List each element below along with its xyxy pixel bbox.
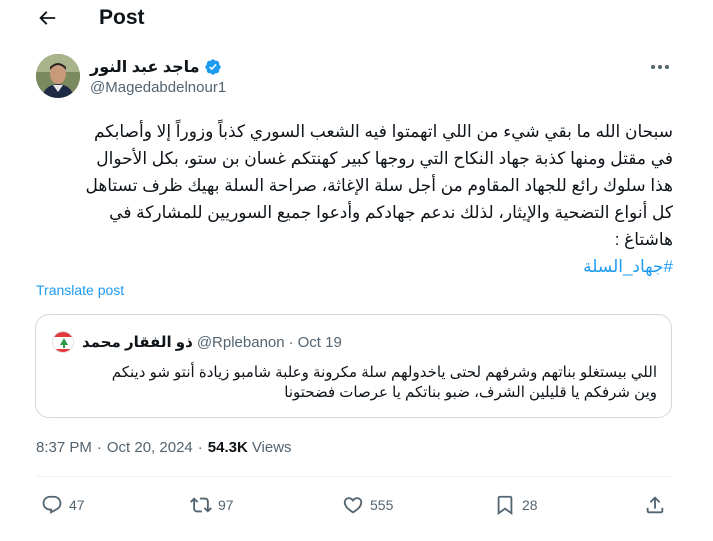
back-button[interactable] <box>36 7 58 29</box>
like-count: 555 <box>370 497 394 513</box>
tweet-text: سبحان الله ما بقي شيء من اللي اتهمتوا في… <box>36 118 673 280</box>
reply-count: 47 <box>69 497 85 513</box>
separator-dot: · <box>197 439 203 456</box>
tweet-line: في مقتل ومنها كذبة جهاد النكاح التي روجه… <box>96 149 673 168</box>
bookmark-count: 28 <box>522 497 538 513</box>
quote-header: ذو الفقار محمد @Rplebanon · Oct 19 <box>52 331 342 353</box>
divider <box>36 476 673 477</box>
quote-line: اللي بيستغلو بناتهم وشرفهم لحتى ياخدولهم… <box>111 364 657 381</box>
action-bar: 47 97 555 28 <box>36 492 673 518</box>
like-icon <box>343 497 363 514</box>
views-count: 54.3K <box>207 439 248 456</box>
reply-icon <box>42 495 62 514</box>
more-icon <box>651 65 669 69</box>
quoted-tweet[interactable]: ذو الفقار محمد @Rplebanon · Oct 19 اللي … <box>35 314 672 418</box>
post-time[interactable]: 8:37 PM <box>36 439 92 456</box>
quote-author-handle: @Rplebanon <box>196 333 285 351</box>
share-icon <box>646 496 664 514</box>
quote-line: وين شرفكم يا قليلين الشرف، ضبو بناتكم يا… <box>284 384 657 401</box>
quote-text: اللي بيستغلو بناتهم وشرفهم لحتى ياخدولهم… <box>47 363 657 403</box>
verified-badge-icon <box>204 59 221 75</box>
page-title: Post <box>99 6 145 29</box>
tweet-author: ماجد عبد النور @Magedabdelnour1 <box>36 54 676 100</box>
author-name-row: ماجد عبد النور <box>90 56 222 78</box>
quote-date: Oct 19 <box>297 333 342 351</box>
tweet-meta: 8:37 PM · Oct 20, 2024 · 54.3K Views <box>36 439 292 456</box>
views-label: Views <box>251 439 292 456</box>
separator-dot: · <box>96 439 102 456</box>
avatar[interactable] <box>36 54 80 98</box>
tweet-line: كل أنواع التضحية والإيثار، لذلك ندعم جها… <box>109 203 673 222</box>
bookmark-button[interactable]: 28 <box>494 492 538 518</box>
tweet-line: سبحان الله ما بقي شيء من اللي اتهمتوا في… <box>93 122 673 141</box>
separator-dot: · <box>288 333 294 351</box>
tweet-line: هاشتاغ : <box>614 230 673 249</box>
translate-post-link[interactable]: Translate post <box>36 282 124 298</box>
lebanon-flag-avatar-icon <box>53 332 73 352</box>
like-button[interactable]: 555 <box>342 492 393 518</box>
repost-count: 97 <box>218 497 234 513</box>
repost-button[interactable]: 97 <box>190 492 234 518</box>
quote-avatar <box>52 331 74 353</box>
reply-button[interactable]: 47 <box>41 492 85 518</box>
hashtag-link[interactable]: #جهاد_السلة <box>583 257 673 276</box>
bookmark-icon <box>497 495 513 516</box>
back-arrow-icon <box>39 11 56 25</box>
more-button[interactable] <box>649 58 671 76</box>
post-date[interactable]: Oct 20, 2024 <box>107 439 193 456</box>
repost-icon <box>190 497 212 513</box>
quote-author-name: ذو الفقار محمد <box>82 334 193 351</box>
top-bar: Post <box>0 0 713 38</box>
author-name[interactable]: ماجد عبد النور <box>90 57 200 77</box>
share-button[interactable] <box>644 492 666 518</box>
avatar-image <box>36 54 80 98</box>
tweet-line: هذا سلوك رائع للجهاد المقاوم من أجل سلة … <box>85 176 673 195</box>
author-handle[interactable]: @Magedabdelnour1 <box>90 79 226 96</box>
